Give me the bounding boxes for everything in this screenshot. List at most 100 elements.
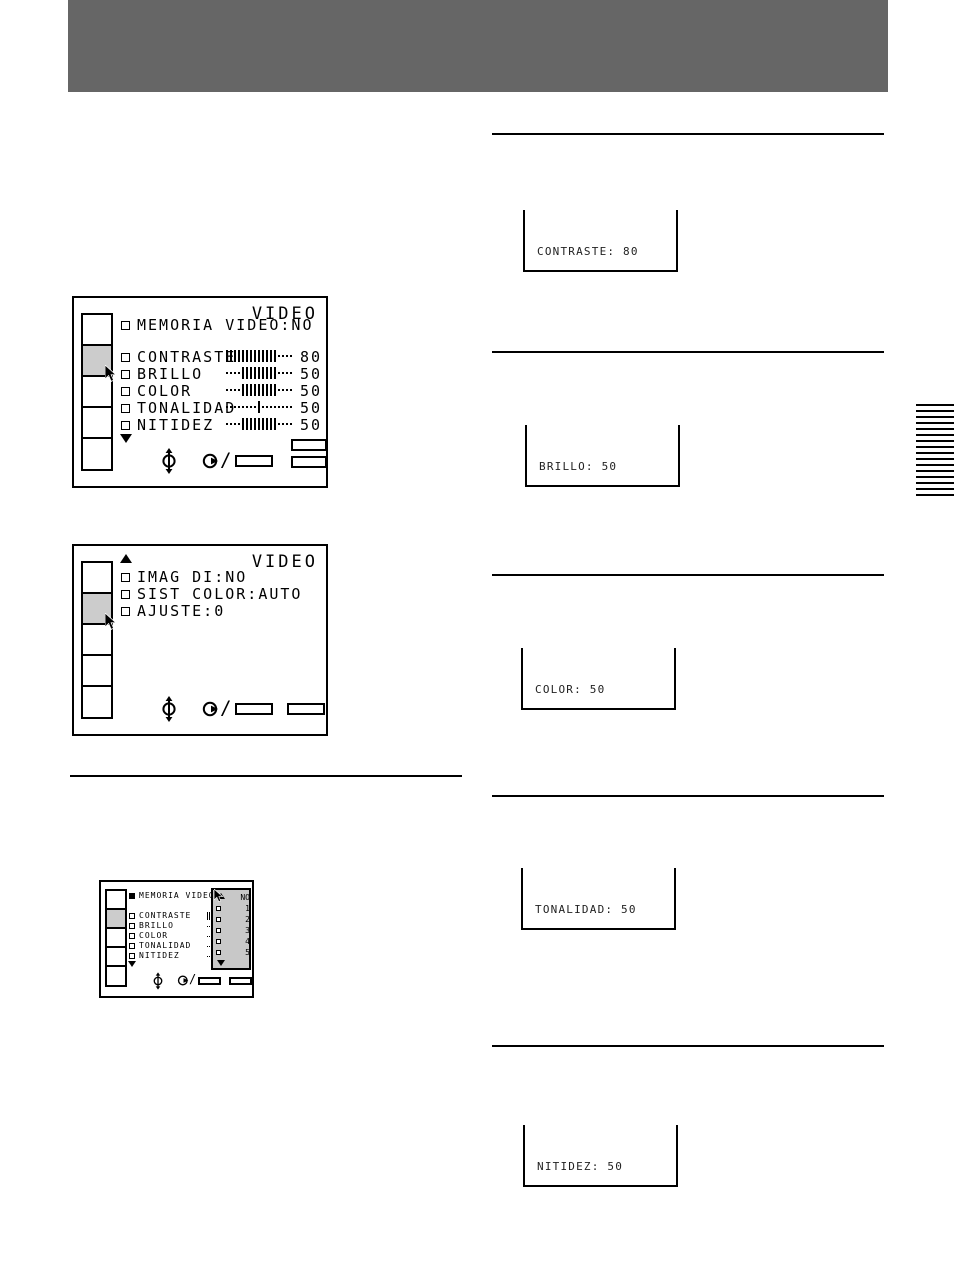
checkbox-icon[interactable] xyxy=(216,928,221,933)
menu-row-brillo[interactable]: BRILLO xyxy=(121,365,203,383)
rail-cell-4[interactable] xyxy=(83,687,111,717)
dropdown-option-3[interactable]: 3 xyxy=(216,925,250,936)
button-bar-icon[interactable] xyxy=(198,977,221,985)
scroll-down-icon[interactable] xyxy=(120,434,132,443)
menu-row-label: CONTRASTE xyxy=(137,348,237,366)
callout-text: NITIDEZ: 50 xyxy=(537,1160,624,1173)
checkbox-icon[interactable] xyxy=(216,917,221,922)
menu-row-label: NITIDEZ xyxy=(137,416,215,434)
button-bar-icon[interactable] xyxy=(235,455,273,467)
checkbox-filled-icon[interactable] xyxy=(129,892,135,899)
menu-row-imag-di[interactable]: IMAG DI:NO xyxy=(121,568,247,586)
menu-row-brillo[interactable]: BRILLO xyxy=(129,921,174,930)
menu-row-nitidez[interactable]: NITIDEZ xyxy=(129,951,180,960)
osd-rail-1[interactable] xyxy=(81,313,113,471)
button-bar-icon[interactable] xyxy=(291,439,327,451)
dropdown-option-4[interactable]: 4 xyxy=(216,936,250,947)
rail-cell-2[interactable] xyxy=(107,929,125,948)
checkbox-icon[interactable] xyxy=(121,386,130,396)
checkbox-icon[interactable] xyxy=(129,932,135,939)
button-bar-icon[interactable] xyxy=(235,703,273,715)
dropdown-option-label: 3 xyxy=(245,926,250,935)
checkbox-icon[interactable] xyxy=(121,606,130,616)
rule-left-column xyxy=(70,775,462,777)
enter-circle-icon[interactable] xyxy=(202,701,220,717)
menu-row-memoria-video[interactable]: MEMORIA VIDEO ◄ xyxy=(129,891,219,900)
callout-color: COLOR: 50 xyxy=(521,648,676,710)
osd-menu-video-page2[interactable]: VIDEO IMAG DI:NO SIST COLOR:AUTO AJUSTE:… xyxy=(72,544,328,736)
scroll-down-icon[interactable] xyxy=(128,961,136,967)
menu-row-tonalidad[interactable]: TONALIDAD xyxy=(129,941,191,950)
osd-rail-2[interactable] xyxy=(81,561,113,719)
menu-row-label: SIST COLOR:AUTO xyxy=(137,585,303,603)
dropdown-option-label: 5 xyxy=(245,948,250,957)
osd-menu-video-memory-dropdown[interactable]: MEMORIA VIDEO ◄ CONTRASTE BRILLO COLOR T… xyxy=(99,880,254,998)
osd-title-2: VIDEO xyxy=(251,552,318,572)
rail-cell-0[interactable] xyxy=(83,315,111,346)
mouse-cursor-icon xyxy=(214,889,224,903)
button-bar-icon[interactable] xyxy=(287,703,325,715)
rail-cell-3[interactable] xyxy=(83,656,111,687)
rail-cell-0[interactable] xyxy=(83,563,111,594)
callout-text: BRILLO: 50 xyxy=(539,460,618,473)
menu-row-sist-color[interactable]: SIST COLOR:AUTO xyxy=(121,585,302,603)
menu-value-brillo: 50 xyxy=(299,365,322,383)
rule-right-2 xyxy=(492,351,884,353)
updown-circle-icon[interactable] xyxy=(160,696,178,722)
checkbox-icon[interactable] xyxy=(129,942,135,949)
enter-circle-icon[interactable] xyxy=(202,453,220,469)
checkbox-icon[interactable] xyxy=(129,922,135,929)
callout-text: CONTRASTE: 80 xyxy=(537,245,639,258)
rail-cell-3[interactable] xyxy=(83,408,111,439)
menu-row-memoria-video[interactable]: MEMORIA VIDEO:NO xyxy=(121,316,314,334)
callout-contraste: CONTRASTE: 80 xyxy=(523,210,678,272)
menu-row-contraste[interactable]: CONTRASTE xyxy=(129,911,191,920)
menu-row-label: MEMORIA VIDEO xyxy=(139,891,215,900)
callout-text: TONALIDAD: 50 xyxy=(535,903,637,916)
button-bar-icon[interactable] xyxy=(229,977,252,985)
menu-row-label: BRILLO xyxy=(137,365,204,383)
checkbox-icon[interactable] xyxy=(216,906,221,911)
checkbox-icon[interactable] xyxy=(121,403,130,413)
slash-icon: / xyxy=(220,697,232,719)
dropdown-option-label: 4 xyxy=(245,937,250,946)
menu-row-contraste[interactable]: CONTRASTE xyxy=(121,348,236,366)
menu-row-color[interactable]: COLOR xyxy=(129,931,168,940)
menu-row-tonalidad[interactable]: TONALIDAD xyxy=(121,399,236,417)
mouse-cursor-icon xyxy=(105,613,118,630)
rail-cell-3[interactable] xyxy=(107,948,125,967)
updown-circle-icon[interactable] xyxy=(152,972,164,990)
menu-value-color: 50 xyxy=(299,382,322,400)
osd-rail-3[interactable] xyxy=(105,889,127,987)
checkbox-icon[interactable] xyxy=(216,939,221,944)
checkbox-icon[interactable] xyxy=(121,352,130,362)
checkbox-icon[interactable] xyxy=(121,420,130,430)
checkbox-icon[interactable] xyxy=(121,589,130,599)
checkbox-icon[interactable] xyxy=(129,912,135,919)
rail-cell-4[interactable] xyxy=(107,967,125,985)
dropdown-option-1[interactable]: 1 xyxy=(216,903,250,914)
checkbox-icon[interactable] xyxy=(129,952,135,959)
button-bar-icon[interactable] xyxy=(291,456,327,468)
checkbox-icon[interactable] xyxy=(216,950,221,955)
checkbox-icon[interactable] xyxy=(121,320,130,330)
slash-icon: / xyxy=(189,972,197,986)
rail-cell-1-selected[interactable] xyxy=(107,910,125,929)
menu-row-label: TONALIDAD xyxy=(137,399,237,417)
checkbox-icon[interactable] xyxy=(121,369,130,379)
rail-cell-4[interactable] xyxy=(83,439,111,469)
scroll-up-icon[interactable] xyxy=(120,554,132,563)
osd-menu-video-page1[interactable]: VIDEO MEMORIA VIDEO:NO CONTRASTE 80 BRIL… xyxy=(72,296,328,488)
menu-row-nitidez[interactable]: NITIDEZ xyxy=(121,416,214,434)
menu-row-color[interactable]: COLOR xyxy=(121,382,192,400)
dropdown-option-5[interactable]: 5 xyxy=(216,947,250,958)
rail-cell-0[interactable] xyxy=(107,891,125,910)
menu-row-ajuste[interactable]: AJUSTE:0 xyxy=(121,602,225,620)
dropdown-option-2[interactable]: 2 xyxy=(216,914,250,925)
updown-circle-icon[interactable] xyxy=(160,448,178,474)
callout-nitidez: NITIDEZ: 50 xyxy=(523,1125,678,1187)
dropdown-scroll-down-icon[interactable] xyxy=(217,960,225,966)
menu-row-label: TONALIDAD xyxy=(139,941,192,950)
checkbox-icon[interactable] xyxy=(121,572,130,582)
page-header-band xyxy=(68,0,888,92)
